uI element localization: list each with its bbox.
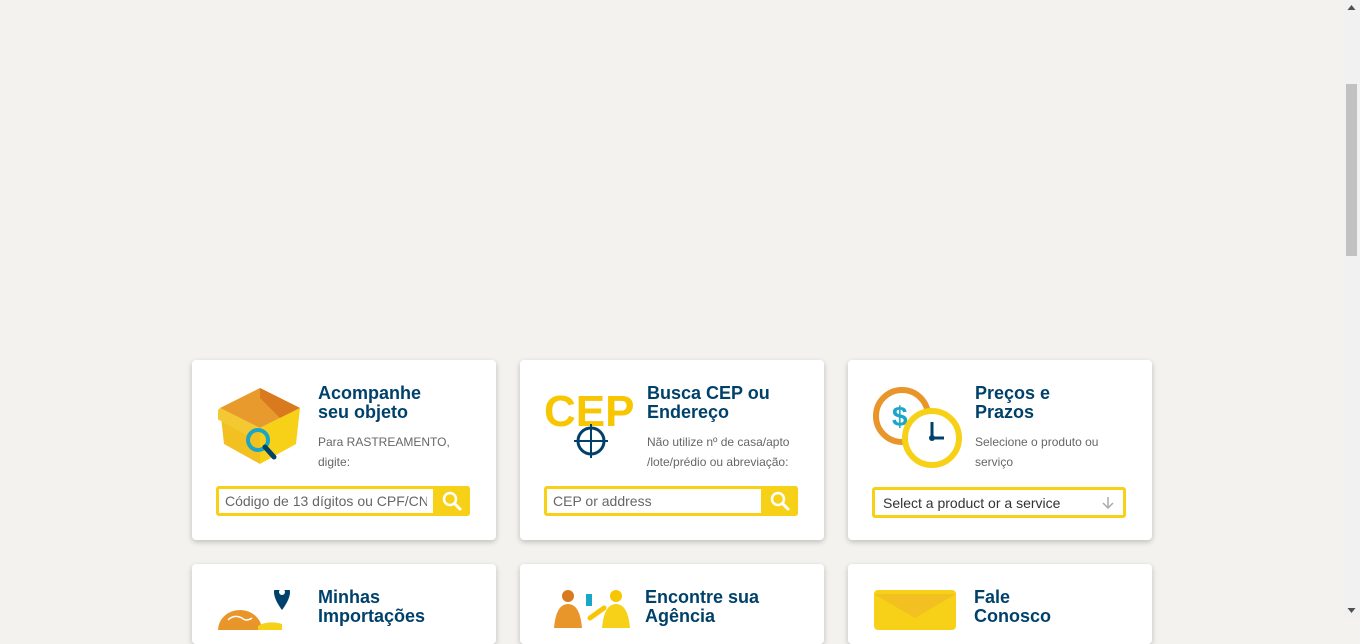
tracking-description: Para RASTREAMENTO, digite: bbox=[318, 432, 450, 472]
cep-desc-line2: /lote/prédio ou abreviação: bbox=[647, 455, 789, 469]
scroll-up-button[interactable] bbox=[1343, 0, 1360, 17]
agency-card: Encontre sua Agência bbox=[520, 564, 824, 644]
cep-title-line2: Endereço bbox=[647, 402, 730, 422]
price-clock-icon: $ bbox=[872, 386, 962, 473]
search-icon bbox=[442, 491, 461, 511]
tracking-search-button[interactable] bbox=[433, 486, 470, 516]
arrow-down-icon bbox=[1102, 496, 1114, 509]
contact-title-line2: Conosco bbox=[974, 606, 1052, 626]
product-select-value: Select a product or a service bbox=[883, 494, 1061, 511]
globe-pin-icon bbox=[218, 584, 302, 644]
arrow-up-icon bbox=[1347, 5, 1356, 10]
cep-desc-line1: Não utilize nº de casa/apto bbox=[647, 435, 790, 449]
tracking-title: Acompanhe seu objeto bbox=[318, 384, 421, 422]
prices-title: Preços e Prazos bbox=[975, 384, 1050, 422]
contact-title-line1: Fale bbox=[974, 587, 1011, 607]
prices-desc-line2: serviço bbox=[975, 455, 1014, 469]
cep-title: Busca CEP ou Endereço bbox=[647, 384, 770, 422]
search-icon bbox=[770, 491, 789, 511]
imports-title-line2: Importações bbox=[318, 606, 426, 626]
scroll-thumb[interactable] bbox=[1346, 84, 1357, 256]
product-select[interactable]: Select a product or a service bbox=[872, 487, 1126, 518]
prices-title-line2: Prazos bbox=[975, 402, 1035, 422]
tracking-desc-line2: digite: bbox=[318, 455, 351, 469]
cep-search-button[interactable] bbox=[761, 486, 798, 516]
contact-card: Fale Conosco bbox=[848, 564, 1152, 644]
people-agency-icon bbox=[550, 588, 630, 633]
cep-card: CEP Busca CEP ou Endereço Não utilize nº… bbox=[520, 360, 824, 540]
arrow-down-icon bbox=[1347, 608, 1356, 613]
cep-description: Não utilize nº de casa/apto /lote/prédio… bbox=[647, 432, 789, 472]
cep-title-line1: Busca CEP ou bbox=[647, 383, 770, 403]
scroll-down-button[interactable] bbox=[1343, 601, 1360, 618]
cep-target-icon: CEP bbox=[544, 390, 636, 458]
prices-desc-line1: Selecione o produto ou bbox=[975, 435, 1099, 449]
prices-card: $ Preços e Prazos Selecione o produto ou… bbox=[848, 360, 1152, 540]
package-search-icon bbox=[212, 386, 302, 471]
agency-title-line2: Agência bbox=[645, 606, 716, 626]
imports-card: Minhas Importações bbox=[192, 564, 496, 644]
tracking-title-line1: Acompanhe bbox=[318, 383, 422, 403]
cep-address-input[interactable] bbox=[547, 489, 761, 513]
prices-title-line1: Preços e bbox=[975, 383, 1051, 403]
imports-title-line1: Minhas bbox=[318, 587, 381, 607]
tracking-code-input[interactable] bbox=[219, 489, 433, 513]
agency-title: Encontre sua Agência bbox=[645, 588, 759, 626]
imports-title: Minhas Importações bbox=[318, 588, 425, 626]
cep-search-box bbox=[544, 486, 798, 516]
tracking-search-box bbox=[216, 486, 470, 516]
agency-title-line1: Encontre sua bbox=[645, 587, 760, 607]
envelope-icon bbox=[874, 590, 958, 635]
prices-description: Selecione o produto ou serviço bbox=[975, 432, 1098, 472]
tracking-card: Acompanhe seu objeto Para RASTREAMENTO, … bbox=[192, 360, 496, 540]
contact-title: Fale Conosco bbox=[974, 588, 1051, 626]
vertical-scrollbar[interactable] bbox=[1343, 0, 1360, 618]
tracking-title-line2: seu objeto bbox=[318, 402, 409, 422]
tracking-desc-line1: Para RASTREAMENTO, bbox=[318, 435, 450, 449]
